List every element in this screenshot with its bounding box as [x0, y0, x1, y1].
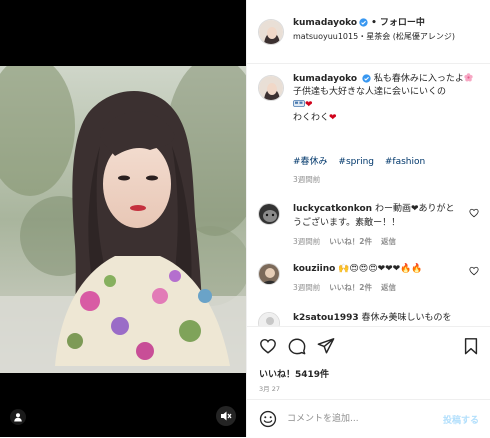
separator-dot: • [371, 18, 377, 28]
commenter-username[interactable]: luckycatkonkon [293, 204, 372, 214]
comment-time[interactable]: 3週間前 [293, 237, 320, 246]
hashtag-link[interactable]: #spring [338, 157, 374, 167]
caption-text: kumadayoko 私も春休みに入ったよ 子供達も大好きな人達に会いにいくの … [293, 73, 483, 125]
author-username[interactable]: kumadayoko [293, 18, 357, 28]
post-location[interactable]: matsuoyuu1015・星茶会 (松尾優アレンジ) [293, 31, 483, 43]
commenter-avatar[interactable] [258, 263, 280, 285]
caption-timestamp[interactable]: 3週間前 [293, 174, 320, 185]
hashtag-list: #春休み #spring #fashion [293, 154, 433, 167]
post-details-panel: kumadayoko • フォロー中 matsuoyuu1015・星茶会 (松尾優ア… [246, 0, 490, 437]
like-heart-icon[interactable] [259, 337, 277, 355]
caption-avatar[interactable] [258, 75, 284, 101]
verified-badge-icon [359, 18, 368, 27]
train-icon [293, 100, 305, 107]
post-video[interactable] [0, 66, 246, 373]
post-header: kumadayoko • フォロー中 matsuoyuu1015・星茶会 (松尾優ア… [247, 0, 490, 64]
reply-button[interactable]: 返信 [381, 283, 396, 292]
comment-time[interactable]: 3週間前 [293, 283, 320, 292]
commenter-username[interactable]: kouziino [293, 264, 335, 274]
comment-like-heart-icon[interactable] [469, 266, 479, 276]
following-button[interactable]: フォロー中 [380, 18, 425, 28]
emoji-smile-icon[interactable] [259, 410, 277, 428]
person-tag-icon[interactable] [10, 409, 26, 425]
add-comment-bar: 投稿する [247, 399, 490, 438]
instagram-post-modal: kumadayoko • フォロー中 matsuoyuu1015・星茶会 (松尾優ア… [0, 0, 490, 437]
reply-button[interactable]: 返信 [381, 237, 396, 246]
hashtag-link[interactable]: #春休み [293, 157, 328, 167]
comment-like-heart-icon[interactable] [469, 208, 479, 218]
share-paper-plane-icon[interactable] [317, 337, 335, 355]
post-date[interactable]: 3月 27 [259, 383, 280, 393]
post-video-frame [0, 66, 246, 373]
bookmark-icon[interactable] [462, 337, 480, 355]
like-count[interactable]: いいね！5419件 [259, 367, 329, 380]
comment-meta: 3週間前 いいね！2件 返信 [293, 282, 405, 293]
caption-line-3: わくわく [293, 113, 330, 123]
commenter-avatar[interactable] [258, 203, 280, 225]
caption-line-1: 私も春休みに入ったよ [373, 74, 464, 84]
comment-text-block: k2satou1993 春休み美味しいものを [293, 311, 473, 325]
header-user-row: kumadayoko • フォロー中 [293, 15, 425, 28]
comment-likes[interactable]: いいね！2件 [329, 283, 372, 292]
caption-username[interactable]: kumadayoko [293, 74, 357, 84]
heart-emoji: ❤ [329, 113, 337, 123]
speaker-muted-icon[interactable] [216, 406, 236, 426]
heart-emoji: ❤ [305, 100, 313, 110]
post-actions: いいね！5419件 3月 27 投稿する [247, 326, 490, 437]
post-comment-button[interactable]: 投稿する [443, 413, 479, 426]
comment-text-block: luckycatkonkon わー動画❤ありがとうございます。素敵ー！！ [293, 202, 463, 230]
commenter-username[interactable]: k2satou1993 [293, 313, 359, 323]
comment-input[interactable] [287, 410, 427, 428]
cherry-blossom-icon [464, 73, 473, 82]
post-media[interactable] [0, 0, 246, 437]
comment-text: 春休み美味しいものを [361, 313, 452, 323]
comment-likes[interactable]: いいね！2件 [329, 237, 372, 246]
comment-text-block: kouziino 🙌😍😍😍❤❤❤🔥🔥 [293, 262, 463, 276]
verified-badge-icon [362, 74, 371, 83]
hashtag-link[interactable]: #fashion [385, 157, 425, 167]
author-avatar[interactable] [258, 19, 284, 45]
comment-bubble-icon[interactable] [288, 337, 306, 355]
comment-text: 🙌😍😍😍❤❤❤🔥🔥 [338, 264, 423, 274]
caption-line-2: 子供達も大好きな人達に会いにいくの [293, 87, 447, 97]
comment-meta: 3週間前 いいね！2件 返信 [293, 236, 405, 247]
